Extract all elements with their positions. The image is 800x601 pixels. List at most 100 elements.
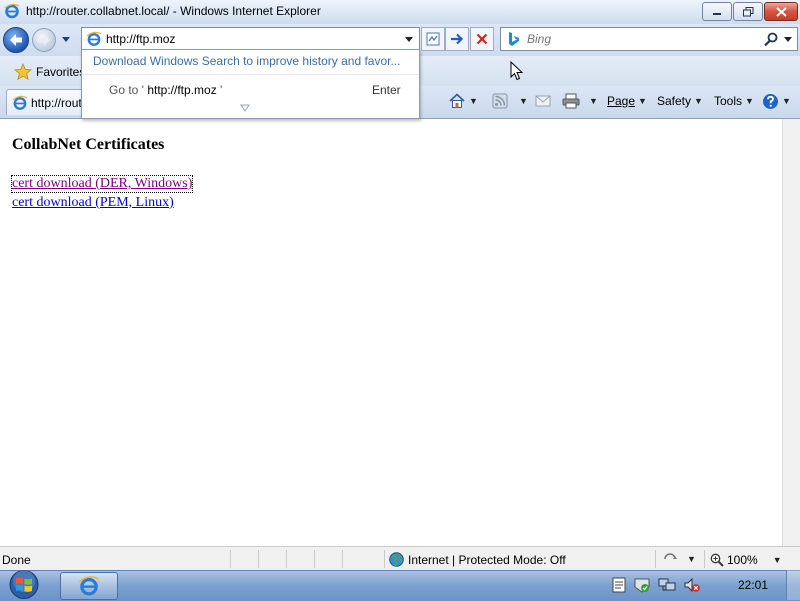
network-icon[interactable] xyxy=(658,577,676,593)
show-desktop-button[interactable] xyxy=(786,570,800,600)
chevron-down-icon: ▼ xyxy=(694,96,703,106)
chevron-down-icon[interactable] xyxy=(404,34,414,44)
zoom-icon xyxy=(710,553,724,567)
address-input[interactable] xyxy=(106,30,396,47)
divider xyxy=(342,550,343,568)
taskbar-clock[interactable]: 22:01 xyxy=(738,578,768,592)
favorites-button[interactable]: Favorites xyxy=(14,62,85,82)
home-icon xyxy=(449,93,465,108)
divider xyxy=(230,550,231,568)
minimize-icon xyxy=(713,12,721,15)
address-bar[interactable] xyxy=(81,27,420,51)
tab-current[interactable]: http://router.collabnet.local/ xyxy=(6,89,174,115)
go-button[interactable] xyxy=(445,27,469,51)
enter-hint: Enter xyxy=(372,83,401,97)
divider xyxy=(384,550,385,568)
chevron-down-icon: ▼ xyxy=(638,96,647,106)
chevron-down-icon[interactable]: ▼ xyxy=(469,96,478,106)
help-icon xyxy=(763,93,778,109)
globe-icon xyxy=(389,552,404,567)
system-tray xyxy=(612,574,701,596)
stop-icon xyxy=(476,33,488,45)
divider xyxy=(82,74,419,75)
popup-blocker-icon xyxy=(664,553,677,560)
print-icon xyxy=(562,93,580,109)
read-mail-button[interactable] xyxy=(535,92,551,110)
zoom-level-button[interactable]: 100% ▼ xyxy=(710,553,782,567)
chevron-down-icon[interactable]: ▼ xyxy=(519,96,528,106)
cert-download-pem-link[interactable]: cert download (PEM, Linux) xyxy=(12,195,174,211)
favorites-star-icon xyxy=(14,63,32,81)
ie-icon xyxy=(4,3,20,19)
page-content: CollabNet Certificates cert download (DE… xyxy=(0,119,782,546)
goto-suffix: ' xyxy=(220,83,223,97)
search-box[interactable] xyxy=(500,27,798,51)
taskbar-ie-button[interactable] xyxy=(60,572,118,600)
start-button[interactable] xyxy=(2,569,46,600)
page-menu[interactable]: Page ▼ xyxy=(607,92,647,110)
divider xyxy=(314,550,315,568)
forward-arrow-icon xyxy=(38,34,50,46)
compatibility-view-button[interactable] xyxy=(421,27,445,51)
window-title: http://router.collabnet.local/ - Windows… xyxy=(26,4,321,18)
back-button[interactable] xyxy=(3,27,29,53)
volume-muted-icon[interactable] xyxy=(683,577,701,593)
action-center-icon[interactable] xyxy=(633,577,651,593)
back-arrow-icon xyxy=(10,34,22,46)
tools-menu[interactable]: Tools ▼ xyxy=(714,92,754,110)
restore-button[interactable] xyxy=(733,2,763,21)
feeds-button[interactable]: ▼ xyxy=(492,92,528,110)
safety-menu-label: Safety xyxy=(657,94,692,108)
notes-icon[interactable] xyxy=(612,577,626,593)
chevron-down-icon[interactable]: ▼ xyxy=(782,96,791,106)
bing-icon xyxy=(509,32,519,46)
goto-url: http://ftp.moz xyxy=(147,83,217,97)
safety-menu[interactable]: Safety ▼ xyxy=(657,92,703,110)
page-menu-label: Page xyxy=(607,94,636,108)
chevron-down-icon[interactable]: ▼ xyxy=(589,96,598,106)
goto-suggestion[interactable]: Go to ' http://ftp.moz ' xyxy=(109,83,222,97)
divider xyxy=(258,550,259,568)
zoom-level-text: 100% xyxy=(727,553,758,567)
go-arrow-icon xyxy=(451,33,464,45)
stop-button[interactable] xyxy=(470,27,494,51)
ie-icon xyxy=(78,576,100,596)
divider xyxy=(655,550,656,568)
protected-mode-settings[interactable]: ▼ xyxy=(663,552,696,566)
divider xyxy=(286,550,287,568)
address-autocomplete-dropdown: Download Windows Search to improve histo… xyxy=(81,49,420,119)
favorites-label: Favorites xyxy=(36,65,86,79)
chevron-down-icon: ▼ xyxy=(745,96,754,106)
chevron-down-icon: ▼ xyxy=(687,554,696,564)
help-button[interactable]: ▼ xyxy=(762,92,791,110)
chevron-down-icon[interactable] xyxy=(240,104,250,112)
home-button[interactable]: ▼ xyxy=(448,92,478,110)
minimize-button[interactable] xyxy=(702,2,732,21)
chevron-down-icon: ▼ xyxy=(772,555,782,565)
vertical-scrollbar[interactable] xyxy=(782,119,800,546)
read-mail-icon xyxy=(535,95,551,107)
restore-icon xyxy=(742,6,753,16)
windows-search-prompt-link[interactable]: Download Windows Search to improve histo… xyxy=(93,54,400,68)
cert-download-der-link[interactable]: cert download (DER, Windows) xyxy=(10,175,194,193)
close-icon xyxy=(775,6,787,17)
chevron-down-icon[interactable] xyxy=(783,35,793,43)
close-button[interactable] xyxy=(764,2,798,21)
forward-button[interactable] xyxy=(32,28,56,52)
ie-icon xyxy=(12,95,28,110)
security-zone-text: Internet | Protected Mode: Off xyxy=(408,553,566,567)
divider xyxy=(704,550,705,568)
compat-view-icon xyxy=(426,32,440,46)
goto-prefix: Go to ' xyxy=(109,83,144,97)
feeds-icon xyxy=(492,93,508,109)
status-text: Done xyxy=(2,553,31,567)
mouse-cursor-icon xyxy=(510,61,524,81)
ie-icon xyxy=(86,31,102,46)
recent-pages-dropdown[interactable] xyxy=(60,33,72,45)
search-input[interactable] xyxy=(527,31,757,47)
tools-menu-label: Tools xyxy=(714,94,743,108)
search-icon[interactable] xyxy=(763,31,779,47)
page-heading: CollabNet Certificates xyxy=(12,136,165,153)
status-bar: Done Internet | Protected Mode: Off ▼ 10… xyxy=(0,546,800,571)
print-button[interactable]: ▼ xyxy=(562,92,598,110)
